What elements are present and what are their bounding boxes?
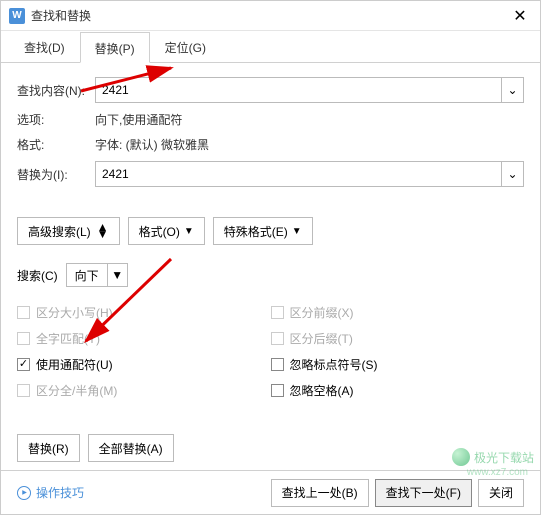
special-format-label: 特殊格式(E) xyxy=(224,223,288,240)
checkbox-wildcard[interactable]: 使用通配符(U) xyxy=(17,351,271,377)
find-prev-label: 查找上一处(B) xyxy=(282,484,358,501)
find-next-label: 查找下一处(F) xyxy=(386,484,461,501)
checkbox-wildcard-label: 使用通配符(U) xyxy=(36,356,113,373)
replace-with-dropdown[interactable]: ⌄ xyxy=(502,161,524,187)
checkbox-prefix: 区分前缀(X) xyxy=(271,299,525,325)
watermark-icon xyxy=(452,448,470,466)
checkbox-whole-word-label: 全字匹配(Y) xyxy=(36,330,100,347)
find-content-input[interactable] xyxy=(95,77,502,103)
find-prev-button[interactable]: 查找上一处(B) xyxy=(271,479,369,507)
format-label: 格式: xyxy=(17,136,95,153)
watermark: 极光下载站 xyxy=(452,448,534,466)
format-button[interactable]: 格式(O) ▼ xyxy=(128,217,205,245)
special-format-button[interactable]: 特殊格式(E) ▼ xyxy=(213,217,313,245)
replace-button-label: 替换(R) xyxy=(28,440,69,457)
format-button-label: 格式(O) xyxy=(139,223,180,240)
checkbox-ignore-punct-label: 忽略标点符号(S) xyxy=(290,356,378,373)
replace-all-button[interactable]: 全部替换(A) xyxy=(88,434,174,462)
window-title: 查找和替换 xyxy=(31,7,508,24)
chevron-down-icon: ▼ xyxy=(292,226,302,237)
tab-goto[interactable]: 定位(G) xyxy=(150,31,221,62)
chevron-down-icon: ▼ xyxy=(184,226,194,237)
checkbox-whole-word: 全字匹配(Y) xyxy=(17,325,271,351)
advanced-search-button[interactable]: 高级搜索(L) ▲▼ xyxy=(17,217,120,245)
replace-all-button-label: 全部替换(A) xyxy=(99,440,163,457)
find-content-label: 查找内容(N): xyxy=(17,82,95,99)
options-label: 选项: xyxy=(17,111,95,128)
checkbox-width: 区分全/半角(M) xyxy=(17,377,271,403)
checkbox-suffix: 区分后缀(T) xyxy=(271,325,525,351)
checkbox-ignore-space-label: 忽略空格(A) xyxy=(290,382,354,399)
search-direction-select[interactable]: 向下 ▼ xyxy=(66,263,128,287)
checkbox-ignore-space[interactable]: 忽略空格(A) xyxy=(271,377,525,403)
close-button[interactable]: 关闭 xyxy=(478,479,524,507)
replace-with-input[interactable] xyxy=(95,161,502,187)
chevron-down-icon: ▼ xyxy=(107,264,127,286)
advanced-search-label: 高级搜索(L) xyxy=(28,223,91,240)
tab-replace[interactable]: 替换(P) xyxy=(80,32,150,63)
tips-label: 操作技巧 xyxy=(36,484,84,501)
checkbox-ignore-punct[interactable]: 忽略标点符号(S) xyxy=(271,351,525,377)
replace-button[interactable]: 替换(R) xyxy=(17,434,80,462)
close-icon[interactable]: ✕ xyxy=(508,4,532,28)
checkbox-case: 区分大小写(H) xyxy=(17,299,271,325)
format-value: 字体: (默认) 微软雅黑 xyxy=(95,136,209,153)
close-button-label: 关闭 xyxy=(489,484,513,501)
tab-find[interactable]: 查找(D) xyxy=(9,31,80,62)
checkbox-prefix-label: 区分前缀(X) xyxy=(290,304,354,321)
app-icon: W xyxy=(9,8,25,24)
watermark-url: www.xz7.com xyxy=(467,467,528,478)
sort-icon: ▲▼ xyxy=(97,224,109,238)
options-value: 向下,使用通配符 xyxy=(95,111,182,128)
watermark-text: 极光下载站 xyxy=(474,449,534,466)
checkbox-width-label: 区分全/半角(M) xyxy=(36,382,117,399)
checkbox-suffix-label: 区分后缀(T) xyxy=(290,330,353,347)
tips-link[interactable]: 操作技巧 xyxy=(17,484,84,501)
play-icon xyxy=(17,486,31,500)
find-next-button[interactable]: 查找下一处(F) xyxy=(375,479,472,507)
search-direction-value: 向下 xyxy=(67,264,107,286)
search-label: 搜索(C) xyxy=(17,267,58,284)
checkbox-case-label: 区分大小写(H) xyxy=(36,304,113,321)
find-content-dropdown[interactable]: ⌄ xyxy=(502,77,524,103)
replace-with-label: 替换为(I): xyxy=(17,166,95,183)
